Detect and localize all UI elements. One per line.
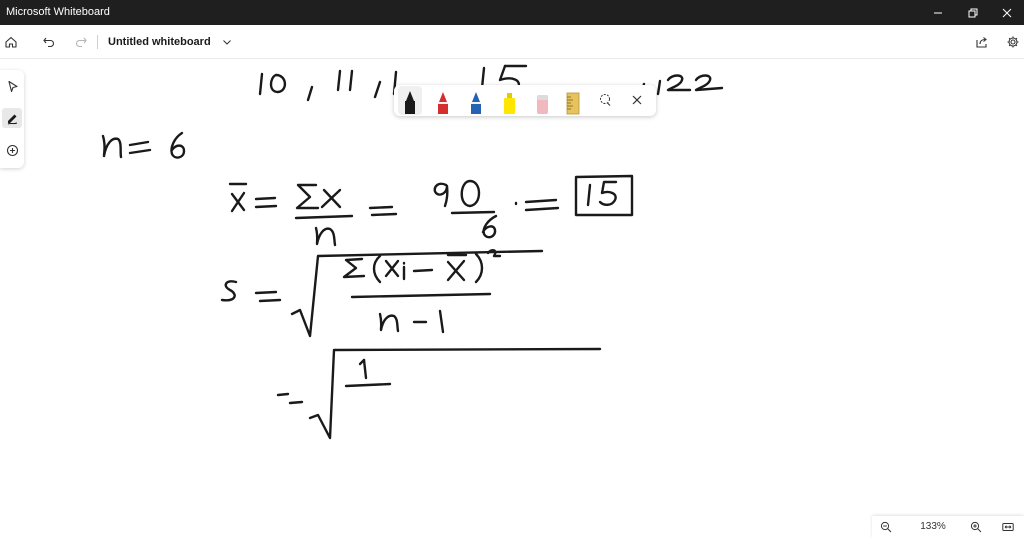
gear-icon (1007, 36, 1019, 48)
add-icon (6, 144, 18, 156)
select-tool-button[interactable] (2, 76, 22, 96)
close-window-icon (1002, 8, 1012, 17)
black-pen-icon (405, 91, 415, 114)
highlighter-icon (504, 93, 515, 114)
title-bar: Microsoft Whiteboard (0, 0, 1024, 25)
blue-pen-icon (471, 92, 481, 114)
close-toolbar-button[interactable] (627, 90, 647, 110)
pen-toolbar (394, 85, 656, 116)
redo-button[interactable] (70, 31, 92, 53)
ruler-icon (566, 92, 580, 115)
ink-mean-formula (228, 174, 634, 247)
ink-n-equals-6 (101, 131, 186, 159)
home-button[interactable] (0, 31, 22, 53)
app-title: Microsoft Whiteboard (6, 6, 110, 18)
whiteboard-title[interactable]: Untitled whiteboard (108, 36, 211, 48)
black-pen-tool[interactable] (398, 86, 422, 115)
settings-button[interactable] (1002, 31, 1024, 53)
restore-button[interactable] (956, 0, 990, 25)
fit-to-screen-button[interactable] (1000, 519, 1016, 535)
close-window-button[interactable] (990, 0, 1024, 25)
pen-icon (7, 114, 17, 124)
zoom-bar: 133% (872, 516, 1024, 538)
whiteboard-canvas[interactable] (0, 60, 1024, 538)
zoom-out-icon (880, 521, 892, 533)
eraser-tool[interactable] (530, 86, 554, 115)
lasso-select-icon (600, 94, 611, 106)
close-icon (632, 95, 642, 105)
zoom-level[interactable]: 133% (916, 521, 950, 532)
zoom-in-button[interactable] (968, 519, 984, 535)
lasso-select-button[interactable] (595, 90, 615, 110)
share-button[interactable] (971, 31, 993, 53)
highlighter-tool[interactable] (497, 86, 521, 115)
minimize-button[interactable] (921, 0, 955, 25)
ink-second-step (276, 347, 602, 440)
app-bar: Untitled whiteboard (0, 25, 1024, 59)
title-menu-button[interactable] (220, 35, 234, 49)
zoom-in-icon (970, 521, 982, 533)
chevron-down-icon (223, 40, 231, 45)
undo-button[interactable] (38, 31, 60, 53)
red-pen-icon (438, 92, 448, 114)
undo-icon (43, 37, 54, 48)
home-icon (5, 36, 17, 48)
fit-to-screen-icon (1002, 523, 1014, 531)
zoom-out-button[interactable] (878, 519, 894, 535)
pen-tool-button[interactable] (2, 108, 22, 128)
eraser-icon (537, 95, 548, 114)
restore-icon (968, 8, 978, 17)
select-arrow-icon (7, 80, 18, 92)
blue-pen-tool[interactable] (464, 86, 488, 115)
add-button[interactable] (2, 140, 22, 160)
minimize-icon (934, 12, 942, 13)
red-pen-tool[interactable] (431, 86, 455, 115)
redo-icon (76, 37, 87, 48)
toolbar-divider (97, 35, 98, 49)
ruler-tool[interactable] (561, 86, 585, 115)
handwritten-ink (101, 64, 724, 440)
share-icon (976, 37, 987, 48)
ink-std-formula (220, 248, 544, 338)
left-toolbar (0, 70, 24, 168)
